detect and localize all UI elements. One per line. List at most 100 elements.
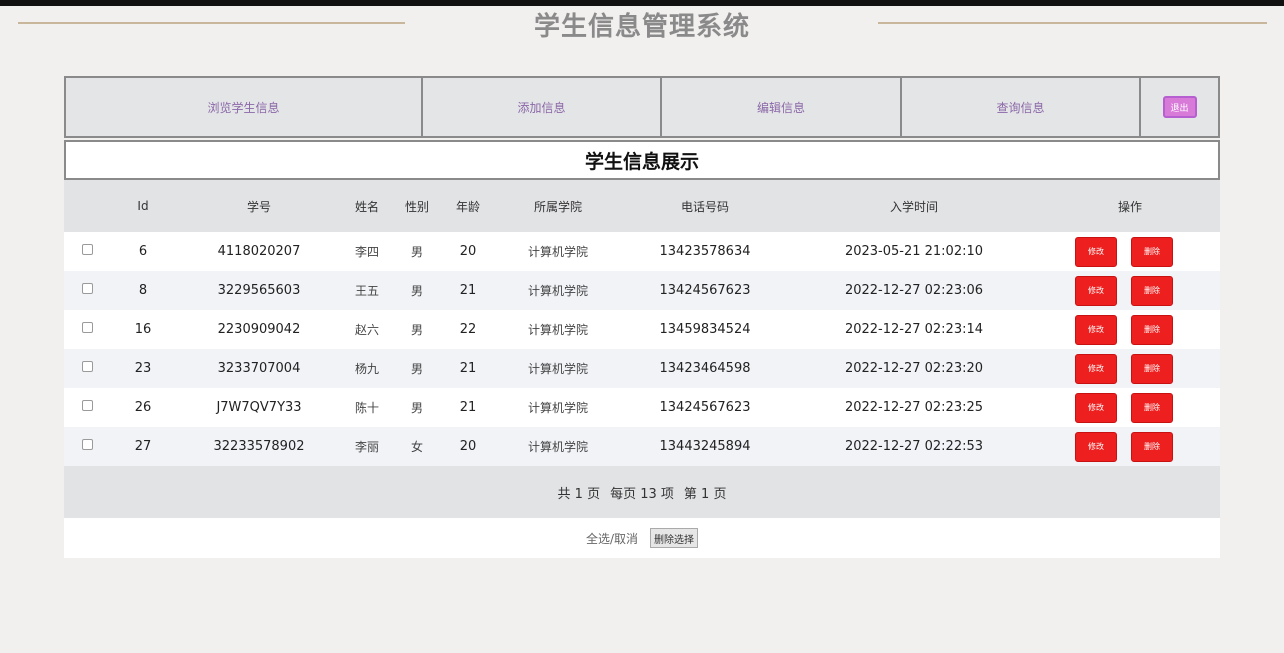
table-row: 16 2230909042 赵六 男 22 计算机学院 13459834524 …: [64, 310, 1220, 349]
delete-selected-button[interactable]: 删除选择: [650, 528, 699, 548]
cell-enroll-time: 2022-12-27 02:23:06: [844, 283, 984, 298]
cell-gender: 男: [410, 245, 423, 259]
nav-add-info[interactable]: 添加信息: [423, 78, 662, 136]
section-title: 学生信息展示: [64, 140, 1220, 180]
pagination: 共 1 页 每页 13 项 第 1 页: [64, 466, 1220, 518]
cell-age: 20: [459, 244, 477, 259]
cell-gender: 男: [410, 401, 423, 415]
nav-exit-cell: 退出: [1141, 78, 1218, 136]
table-row: 27 32233578902 李丽 女 20 计算机学院 13443245894…: [64, 427, 1220, 466]
nav-edit-info[interactable]: 编辑信息: [662, 78, 902, 136]
cell-name: 赵六: [354, 323, 379, 337]
col-header-select: [64, 180, 110, 232]
col-header-actions: 操作: [1117, 199, 1142, 214]
cell-name: 李丽: [354, 440, 379, 454]
cell-age: 21: [459, 283, 477, 298]
page-title: 学生信息管理系统: [533, 12, 750, 42]
cell-id: 16: [134, 322, 152, 337]
cell-college: 计算机学院: [527, 323, 588, 337]
pager-total-pages: 共 1 页: [557, 486, 601, 502]
cell-gender: 男: [410, 323, 423, 337]
col-header-age: 年龄: [455, 199, 480, 214]
row-checkbox[interactable]: [81, 439, 93, 450]
select-all-toggle[interactable]: 全选/取消: [586, 530, 638, 547]
table-row: 26 J7W7QV7Y33 陈十 男 21 计算机学院 13424567623 …: [64, 388, 1220, 427]
cell-college: 计算机学院: [527, 440, 588, 454]
delete-button[interactable]: 删除: [1131, 236, 1173, 267]
cell-enroll-time: 2022-12-27 02:23:25: [844, 400, 984, 415]
delete-button[interactable]: 删除: [1131, 392, 1173, 423]
cell-student-no: J7W7QV7Y33: [216, 400, 302, 415]
student-table: Id 学号 姓名 性别 年龄 所属学院 电话号码 入学时间 操作 6 41180…: [64, 180, 1220, 466]
cell-phone: 13424567623: [659, 400, 751, 415]
cell-name: 陈十: [354, 401, 379, 415]
cell-id: 23: [134, 361, 152, 376]
table-row: 23 3233707004 杨九 男 21 计算机学院 13423464598 …: [64, 349, 1220, 388]
cell-id: 27: [134, 439, 152, 454]
cell-student-no: 4118020207: [217, 244, 301, 259]
cell-college: 计算机学院: [527, 362, 588, 376]
cell-student-no: 32233578902: [213, 439, 305, 454]
edit-button[interactable]: 修改: [1075, 236, 1117, 267]
cell-college: 计算机学院: [527, 245, 588, 259]
edit-button[interactable]: 修改: [1075, 275, 1117, 306]
cell-id: 8: [138, 283, 148, 298]
cell-age: 21: [459, 361, 477, 376]
cell-gender: 女: [410, 440, 423, 454]
cell-enroll-time: 2023-05-21 21:02:10: [844, 244, 984, 259]
table-header-row: Id 学号 姓名 性别 年龄 所属学院 电话号码 入学时间 操作: [64, 180, 1220, 232]
row-checkbox[interactable]: [81, 361, 93, 372]
main-panel: 浏览学生信息 添加信息 编辑信息 查询信息 退出 学生信息展示 Id 学号 姓名…: [64, 76, 1220, 558]
cell-phone: 13443245894: [659, 439, 751, 454]
cell-student-no: 3233707004: [217, 361, 301, 376]
footer-actions: 全选/取消 删除选择: [64, 518, 1220, 558]
delete-button[interactable]: 删除: [1131, 353, 1173, 384]
edit-button[interactable]: 修改: [1075, 353, 1117, 384]
col-header-name: 姓名: [354, 199, 379, 214]
delete-button[interactable]: 删除: [1131, 275, 1173, 306]
table-row: 6 4118020207 李四 男 20 计算机学院 13423578634 2…: [64, 232, 1220, 271]
pager-per-page: 每页 13 项: [610, 486, 674, 502]
cell-name: 王五: [354, 284, 379, 298]
col-header-phone: 电话号码: [680, 199, 729, 214]
cell-enroll-time: 2022-12-27 02:23:14: [844, 322, 984, 337]
cell-phone: 13424567623: [659, 283, 751, 298]
cell-college: 计算机学院: [527, 284, 588, 298]
cell-phone: 13423578634: [659, 244, 751, 259]
row-checkbox[interactable]: [81, 283, 93, 294]
cell-phone: 13423464598: [659, 361, 751, 376]
cell-age: 21: [459, 400, 477, 415]
row-checkbox[interactable]: [81, 322, 93, 333]
cell-name: 杨九: [354, 362, 379, 376]
cell-gender: 男: [410, 362, 423, 376]
row-checkbox[interactable]: [81, 400, 93, 411]
cell-college: 计算机学院: [527, 401, 588, 415]
nav-browse-students[interactable]: 浏览学生信息: [66, 78, 423, 136]
nav-bar: 浏览学生信息 添加信息 编辑信息 查询信息 退出: [64, 76, 1220, 138]
cell-student-no: 2230909042: [217, 322, 301, 337]
col-header-enroll-time: 入学时间: [889, 199, 938, 214]
col-header-student-no: 学号: [246, 199, 271, 214]
col-header-gender: 性别: [404, 199, 429, 214]
edit-button[interactable]: 修改: [1075, 392, 1117, 423]
cell-enroll-time: 2022-12-27 02:22:53: [844, 439, 984, 454]
cell-id: 26: [134, 400, 152, 415]
cell-age: 22: [459, 322, 477, 337]
cell-student-no: 3229565603: [217, 283, 301, 298]
delete-button[interactable]: 删除: [1131, 431, 1173, 462]
cell-age: 20: [459, 439, 477, 454]
edit-button[interactable]: 修改: [1075, 314, 1117, 345]
cell-phone: 13459834524: [659, 322, 751, 337]
nav-search-info[interactable]: 查询信息: [902, 78, 1141, 136]
row-checkbox[interactable]: [81, 244, 93, 255]
pager-current-page: 第 1 页: [683, 486, 727, 502]
col-header-id: Id: [137, 199, 149, 213]
col-header-college: 所属学院: [533, 199, 582, 214]
edit-button[interactable]: 修改: [1075, 431, 1117, 462]
delete-button[interactable]: 删除: [1131, 314, 1173, 345]
cell-gender: 男: [410, 284, 423, 298]
cell-enroll-time: 2022-12-27 02:23:20: [844, 361, 984, 376]
cell-id: 6: [138, 244, 148, 259]
exit-button[interactable]: 退出: [1162, 96, 1197, 118]
table-row: 8 3229565603 王五 男 21 计算机学院 13424567623 2…: [64, 271, 1220, 310]
